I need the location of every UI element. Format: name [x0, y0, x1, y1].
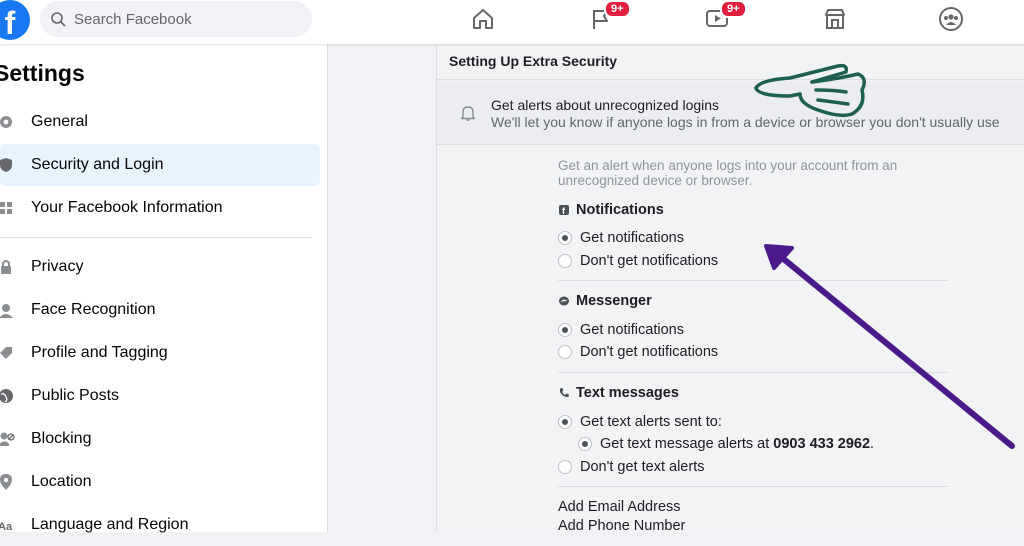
- sidebar-item-your-information[interactable]: Your Facebook Information: [0, 187, 320, 229]
- search-box[interactable]: [40, 1, 312, 37]
- messenger-dont-option[interactable]: Don't get notifications: [558, 344, 718, 360]
- search-icon: [51, 12, 66, 27]
- unrecognized-logins-row[interactable]: Get alerts about unrecognized logins We'…: [437, 81, 1024, 145]
- bell-icon: [460, 106, 476, 121]
- sidebar-item-label: Your Facebook Information: [31, 199, 223, 216]
- sidebar-item-blocking[interactable]: Blocking: [0, 418, 320, 460]
- section-divider: [558, 372, 948, 373]
- radio-unselected[interactable]: [558, 254, 572, 268]
- sidebar-item-label: General: [31, 113, 88, 130]
- option-label: Get notifications: [580, 230, 684, 246]
- option-label: Don't get notifications: [580, 344, 719, 360]
- sidebar-item-language[interactable]: Aa Language and Region: [0, 504, 320, 546]
- text-alerts-sent-option[interactable]: Get text alerts sent to:: [558, 414, 722, 430]
- sidebar-item-profile-tagging[interactable]: Profile and Tagging: [0, 332, 320, 374]
- text-messages-title: Text messages: [576, 385, 679, 401]
- tag-icon: [0, 347, 12, 359]
- option-label: Get text alerts sent to:: [580, 414, 722, 430]
- sidebar-item-label: Profile and Tagging: [31, 344, 168, 361]
- panel-title: Setting Up Extra Security: [449, 53, 618, 69]
- search-input[interactable]: [74, 10, 294, 28]
- marketplace-icon: [825, 9, 845, 29]
- groups-icon: [939, 7, 963, 31]
- globe-icon: [0, 389, 13, 403]
- sidebar-item-general[interactable]: General: [0, 101, 320, 143]
- home-icon: [473, 9, 493, 29]
- panel-header: Setting Up Extra Security: [437, 44, 1024, 80]
- option-label: Don't get notifications: [580, 253, 719, 269]
- sidebar-item-location[interactable]: Location: [0, 461, 320, 503]
- facebook-small-icon: f: [559, 205, 569, 216]
- messenger-icon: [559, 296, 569, 306]
- sidebar-item-label: Location: [31, 473, 92, 490]
- text-alerts-dont-option[interactable]: Don't get text alerts: [558, 459, 704, 475]
- language-icon: Aa: [0, 521, 13, 533]
- alert-description: We'll let you know if anyone logs in fro…: [491, 114, 1000, 130]
- messenger-title: Messenger: [576, 293, 652, 309]
- radio-selected[interactable]: [558, 323, 572, 337]
- sidebar-divider: [0, 237, 312, 238]
- radio-selected[interactable]: [558, 415, 572, 429]
- nav-marketplace[interactable]: [822, 6, 850, 34]
- nav-home[interactable]: [470, 6, 498, 34]
- nav-pages[interactable]: 9+: [588, 0, 631, 34]
- phone-icon: [560, 388, 569, 398]
- radio-selected[interactable]: [558, 231, 572, 245]
- security-panel: Setting Up Extra Security Get alerts abo…: [436, 44, 1024, 534]
- shield-icon: [0, 158, 12, 172]
- notifications-dont-option[interactable]: Don't get notifications: [558, 253, 718, 269]
- section-divider: [558, 486, 948, 487]
- sidebar-item-label: Language and Region: [31, 516, 189, 533]
- svg-text:Aa: Aa: [0, 521, 13, 533]
- sidebar-item-label: Face Recognition: [31, 301, 156, 318]
- location-icon: [0, 474, 12, 490]
- watch-badge: 9+: [720, 0, 747, 18]
- radio-selected[interactable]: [578, 437, 592, 451]
- grid-icon: [0, 202, 12, 214]
- sidebar-item-face-recognition[interactable]: Face Recognition: [0, 289, 320, 331]
- settings-sidebar: Settings General Security and Login Your…: [0, 44, 328, 533]
- text-messages-heading: Text messages: [558, 385, 679, 401]
- phone-number: 0903 433 2962: [773, 436, 871, 452]
- section-divider: [558, 280, 948, 281]
- lock-icon: [1, 260, 11, 274]
- text-alerts-phone-option[interactable]: Get text message alerts at 0903 433 2962…: [578, 436, 874, 452]
- phone-prefix: Get text message alerts at: [600, 436, 774, 452]
- option-label: Get notifications: [580, 322, 684, 338]
- radio-unselected[interactable]: [558, 345, 572, 359]
- notifications-heading: f Notifications: [558, 202, 664, 218]
- alert-title: Get alerts about unrecognized logins: [491, 97, 720, 113]
- sidebar-item-security[interactable]: Security and Login: [0, 144, 320, 186]
- face-icon: [0, 304, 13, 318]
- notifications-title: Notifications: [576, 202, 664, 218]
- option-label: Don't get text alerts: [580, 459, 705, 475]
- add-email-link[interactable]: Add Email Address: [558, 499, 681, 515]
- pages-badge: 9+: [604, 0, 631, 18]
- facebook-logo[interactable]: f: [0, 0, 30, 40]
- sidebar-item-public-posts[interactable]: Public Posts: [0, 375, 320, 417]
- messenger-heading: Messenger: [558, 293, 652, 309]
- sidebar-item-label: Public Posts: [31, 387, 120, 404]
- nav-groups[interactable]: [938, 6, 966, 34]
- radio-unselected[interactable]: [558, 460, 572, 474]
- messenger-get-option[interactable]: Get notifications: [558, 322, 684, 338]
- notifications-get-option[interactable]: Get notifications: [558, 230, 684, 246]
- nav-watch[interactable]: 9+: [704, 0, 747, 34]
- sidebar-item-label: Blocking: [31, 430, 92, 447]
- intro-text: Get an alert when anyone logs into your …: [558, 158, 898, 188]
- sidebar-item-privacy[interactable]: Privacy: [0, 246, 320, 288]
- settings-title: Settings: [0, 60, 85, 86]
- sidebar-item-label: Privacy: [31, 258, 84, 275]
- top-bar: f 9+ 9+: [0, 0, 1024, 44]
- block-icon: [0, 432, 15, 446]
- option-label: Get text message alerts at 0903 433 2962…: [600, 436, 874, 452]
- sidebar-item-label: Security and Login: [31, 156, 164, 173]
- gear-icon: [0, 116, 12, 128]
- phone-suffix: .: [870, 436, 875, 452]
